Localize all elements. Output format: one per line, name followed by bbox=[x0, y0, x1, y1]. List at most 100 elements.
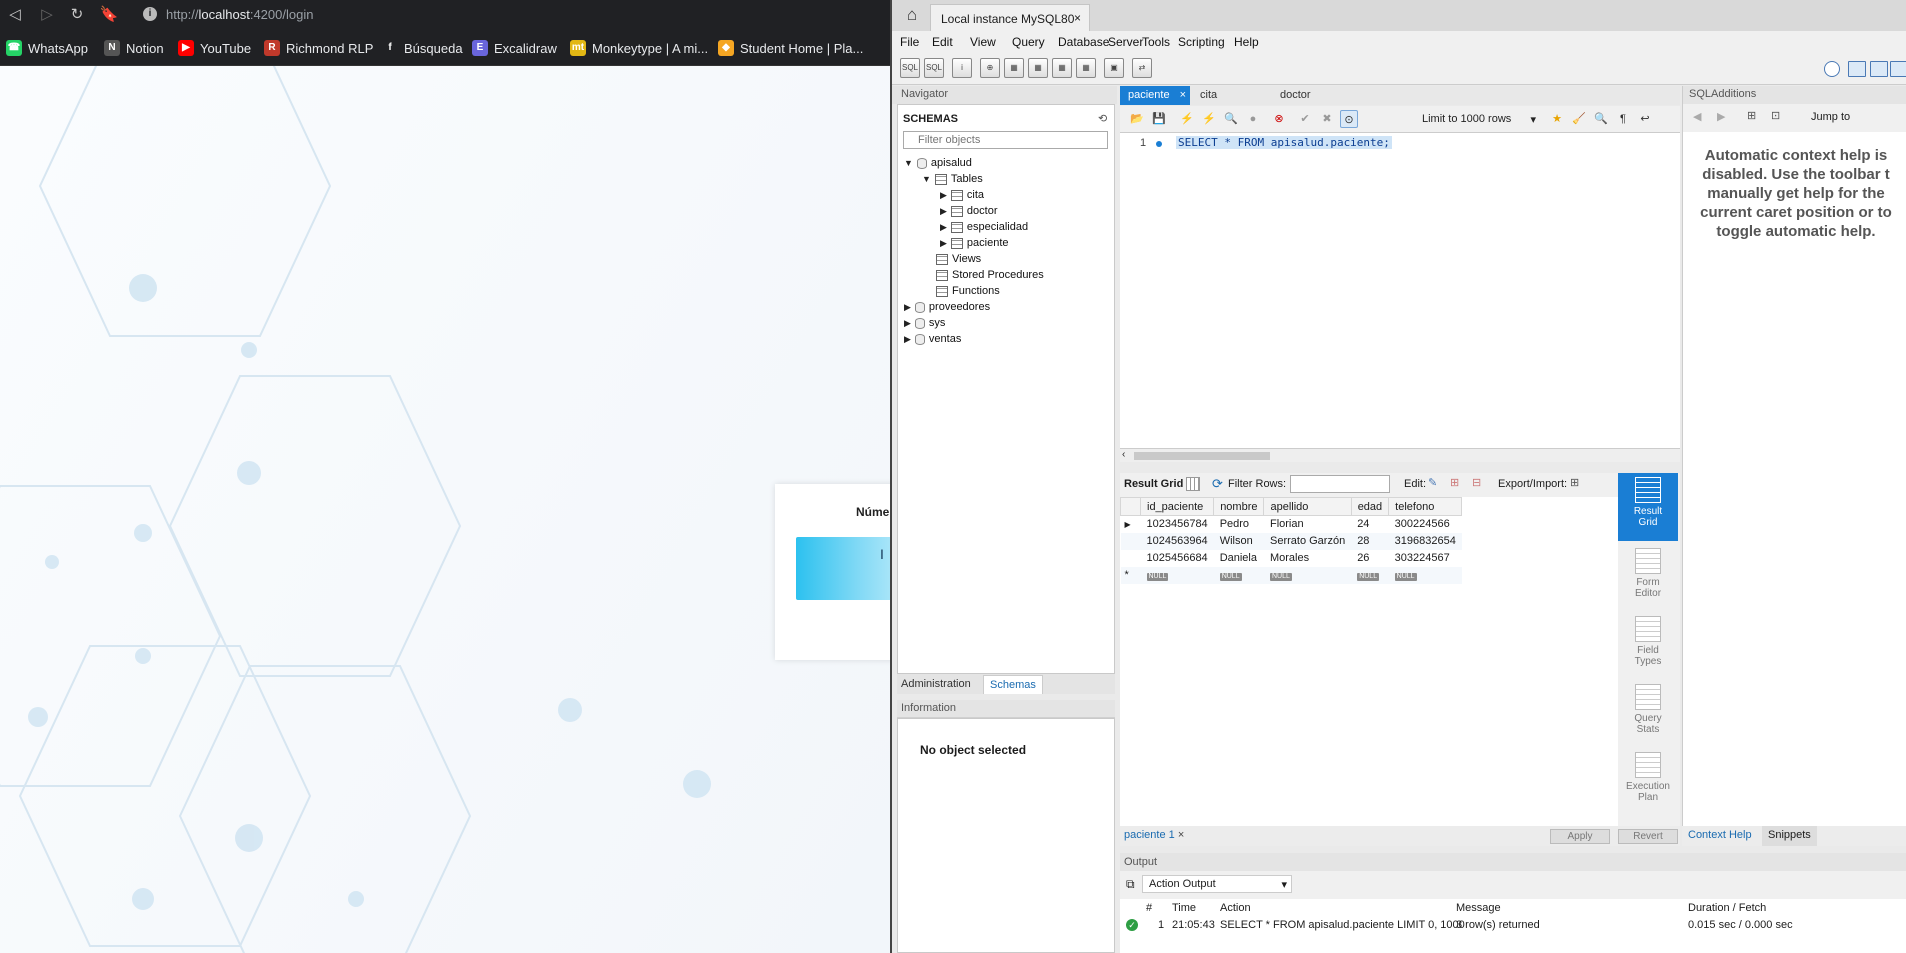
table-cell[interactable]: NULL bbox=[1351, 567, 1388, 584]
toggle-error-icon[interactable]: ⊗ bbox=[1270, 110, 1288, 128]
table-cell[interactable]: 300224566 bbox=[1389, 516, 1462, 533]
bookmark-star-icon[interactable]: ★ bbox=[1548, 110, 1566, 128]
rollback-icon[interactable]: ✖ bbox=[1318, 110, 1336, 128]
manual-help-icon[interactable]: ⊞ bbox=[1747, 109, 1756, 122]
stop-icon[interactable]: ● bbox=[1244, 110, 1262, 128]
open-sql-file-icon[interactable]: SQL bbox=[924, 58, 944, 78]
limit-rows-select[interactable]: Limit to 1000 rows ▾ bbox=[1418, 110, 1538, 128]
panel-bottom-icon[interactable] bbox=[1870, 61, 1888, 77]
save-icon[interactable]: 💾 bbox=[1150, 110, 1168, 128]
revert-button[interactable]: Revert bbox=[1618, 829, 1678, 844]
expanded-arrow-icon[interactable]: ▼ bbox=[922, 174, 931, 184]
insert-row-icon[interactable]: ⊞ bbox=[1450, 476, 1459, 489]
forward-icon[interactable]: ▷ bbox=[36, 5, 58, 25]
table-cell[interactable]: NULL bbox=[1141, 567, 1214, 584]
tree-item-functions[interactable]: Functions bbox=[932, 285, 1000, 297]
panel-right-icon[interactable] bbox=[1890, 61, 1906, 77]
scroll-left-icon[interactable]: ‹ bbox=[1122, 449, 1125, 460]
horizontal-scrollbar[interactable]: ‹ bbox=[1120, 448, 1680, 462]
create-function-icon[interactable]: ▦ bbox=[1076, 58, 1096, 78]
menu-edit[interactable]: Edit bbox=[932, 35, 953, 49]
export-icon[interactable]: ⊞ bbox=[1570, 476, 1579, 489]
column-header[interactable]: edad bbox=[1350, 497, 1390, 516]
menu-server[interactable]: Server bbox=[1108, 35, 1143, 49]
bookmark-item[interactable]: mt Monkeytype | A mi... bbox=[570, 38, 708, 58]
table-cell[interactable]: Wilson bbox=[1214, 533, 1264, 550]
table-cell[interactable]: 26 bbox=[1351, 550, 1388, 567]
tab-result-paciente[interactable]: paciente 1 × bbox=[1124, 829, 1184, 841]
explain-icon[interactable]: 🔍 bbox=[1222, 110, 1240, 128]
create-view-icon[interactable]: ▦ bbox=[1028, 58, 1048, 78]
tree-item-table[interactable]: ▶ paciente bbox=[940, 237, 1009, 249]
tab-schemas[interactable]: Schemas bbox=[983, 675, 1043, 694]
tree-item-apisalud[interactable]: ▼ apisalud bbox=[904, 157, 972, 169]
tab-paciente[interactable]: paciente × bbox=[1120, 86, 1190, 105]
menu-scripting[interactable]: Scripting bbox=[1178, 35, 1225, 49]
home-icon[interactable]: ⌂ bbox=[902, 6, 922, 24]
execute-current-icon[interactable]: ⚡ bbox=[1200, 110, 1218, 128]
bookmark-item[interactable]: ◆ Student Home | Pla... bbox=[718, 38, 863, 58]
table-cell[interactable]: 1024563964 bbox=[1141, 533, 1214, 550]
menu-view[interactable]: View bbox=[970, 35, 996, 49]
table-cell[interactable]: 1025456684 bbox=[1141, 550, 1214, 567]
bookmark-item[interactable]: f Búsqueda bbox=[382, 38, 463, 58]
collapsed-arrow-icon[interactable]: ▶ bbox=[940, 206, 947, 216]
bookmark-item[interactable]: ▶ YouTube bbox=[178, 38, 251, 58]
tab-snippets[interactable]: Snippets bbox=[1762, 826, 1817, 846]
collapsed-arrow-icon[interactable]: ▶ bbox=[940, 222, 947, 232]
word-wrap-icon[interactable]: ↩ bbox=[1636, 110, 1654, 128]
execute-icon[interactable]: ⚡ bbox=[1178, 110, 1196, 128]
table-cell[interactable]: Morales bbox=[1264, 550, 1351, 567]
sql-query-text[interactable]: SELECT * FROM apisalud.paciente; bbox=[1176, 136, 1392, 149]
table-row[interactable]: 1025456684 Daniela Morales 26 303224567 bbox=[1121, 550, 1462, 567]
close-icon[interactable]: × bbox=[1074, 11, 1081, 25]
new-row[interactable]: * NULL NULL NULL NULL NULL bbox=[1120, 566, 1462, 584]
layout-toggle-icon[interactable] bbox=[1824, 61, 1840, 77]
forward-arrow-icon[interactable]: ▶ bbox=[1717, 110, 1725, 123]
scrollbar-thumb[interactable] bbox=[1134, 452, 1270, 460]
table-cell[interactable]: NULL bbox=[1214, 567, 1264, 584]
copy-icon[interactable]: ⧉ bbox=[1126, 877, 1135, 892]
search-table-icon[interactable]: ▣ bbox=[1104, 58, 1124, 78]
result-grid-view-button[interactable]: Result Grid bbox=[1618, 473, 1678, 541]
menu-tools[interactable]: Tools bbox=[1142, 35, 1170, 49]
output-mode-select[interactable]: Action Output ▾ bbox=[1142, 875, 1292, 893]
tree-item-table[interactable]: ▶ especialidad bbox=[940, 221, 1028, 233]
tree-item-schema[interactable]: ▶ proveedores bbox=[904, 301, 990, 313]
field-types-button[interactable]: Field Types bbox=[1618, 616, 1678, 667]
commit-icon[interactable]: ✔ bbox=[1296, 110, 1314, 128]
reload-icon[interactable]: ↻ bbox=[66, 5, 88, 25]
filter-objects-input[interactable] bbox=[903, 131, 1108, 149]
menu-query[interactable]: Query bbox=[1012, 35, 1045, 49]
grid-layout-icon[interactable] bbox=[1186, 477, 1200, 491]
panel-left-icon[interactable] bbox=[1848, 61, 1866, 77]
tree-item-table[interactable]: ▶ doctor bbox=[940, 205, 998, 217]
refresh-icon[interactable]: ⟲ bbox=[1098, 112, 1107, 125]
collapsed-arrow-icon[interactable]: ▶ bbox=[904, 334, 911, 344]
sql-editor[interactable]: 1 SELECT * FROM apisalud.paciente; bbox=[1120, 133, 1680, 448]
close-icon[interactable]: × bbox=[1180, 89, 1186, 101]
new-sql-tab-icon[interactable]: SQL bbox=[900, 58, 920, 78]
collapsed-arrow-icon[interactable]: ▶ bbox=[904, 302, 911, 312]
refresh-icon[interactable]: ⟳ bbox=[1212, 476, 1223, 492]
menu-file[interactable]: File bbox=[900, 35, 919, 49]
open-file-icon[interactable]: 📂 bbox=[1128, 110, 1146, 128]
table-cell[interactable]: NULL bbox=[1389, 567, 1462, 584]
table-cell[interactable]: Daniela bbox=[1214, 550, 1264, 567]
create-procedure-icon[interactable]: ▦ bbox=[1052, 58, 1072, 78]
table-cell[interactable]: 28 bbox=[1351, 533, 1388, 550]
reconnect-icon[interactable]: ⇄ bbox=[1132, 58, 1152, 78]
table-cell[interactable]: 24 bbox=[1351, 516, 1388, 533]
tab-administration[interactable]: Administration bbox=[901, 678, 971, 690]
tree-item-schema[interactable]: ▶ ventas bbox=[904, 333, 961, 345]
create-table-icon[interactable]: ▦ bbox=[1004, 58, 1024, 78]
bookmark-icon[interactable]: 🔖 bbox=[98, 5, 120, 25]
open-inspector-icon[interactable]: i bbox=[952, 58, 972, 78]
collapsed-arrow-icon[interactable]: ▶ bbox=[940, 190, 947, 200]
table-cell[interactable]: Pedro bbox=[1214, 516, 1264, 533]
tree-item-tables[interactable]: ▼ Tables bbox=[922, 173, 983, 185]
filter-rows-input[interactable] bbox=[1290, 475, 1390, 493]
collapsed-arrow-icon[interactable]: ▶ bbox=[940, 238, 947, 248]
tree-item-schema[interactable]: ▶ sys bbox=[904, 317, 945, 329]
create-schema-icon[interactable]: ⊕ bbox=[980, 58, 1000, 78]
